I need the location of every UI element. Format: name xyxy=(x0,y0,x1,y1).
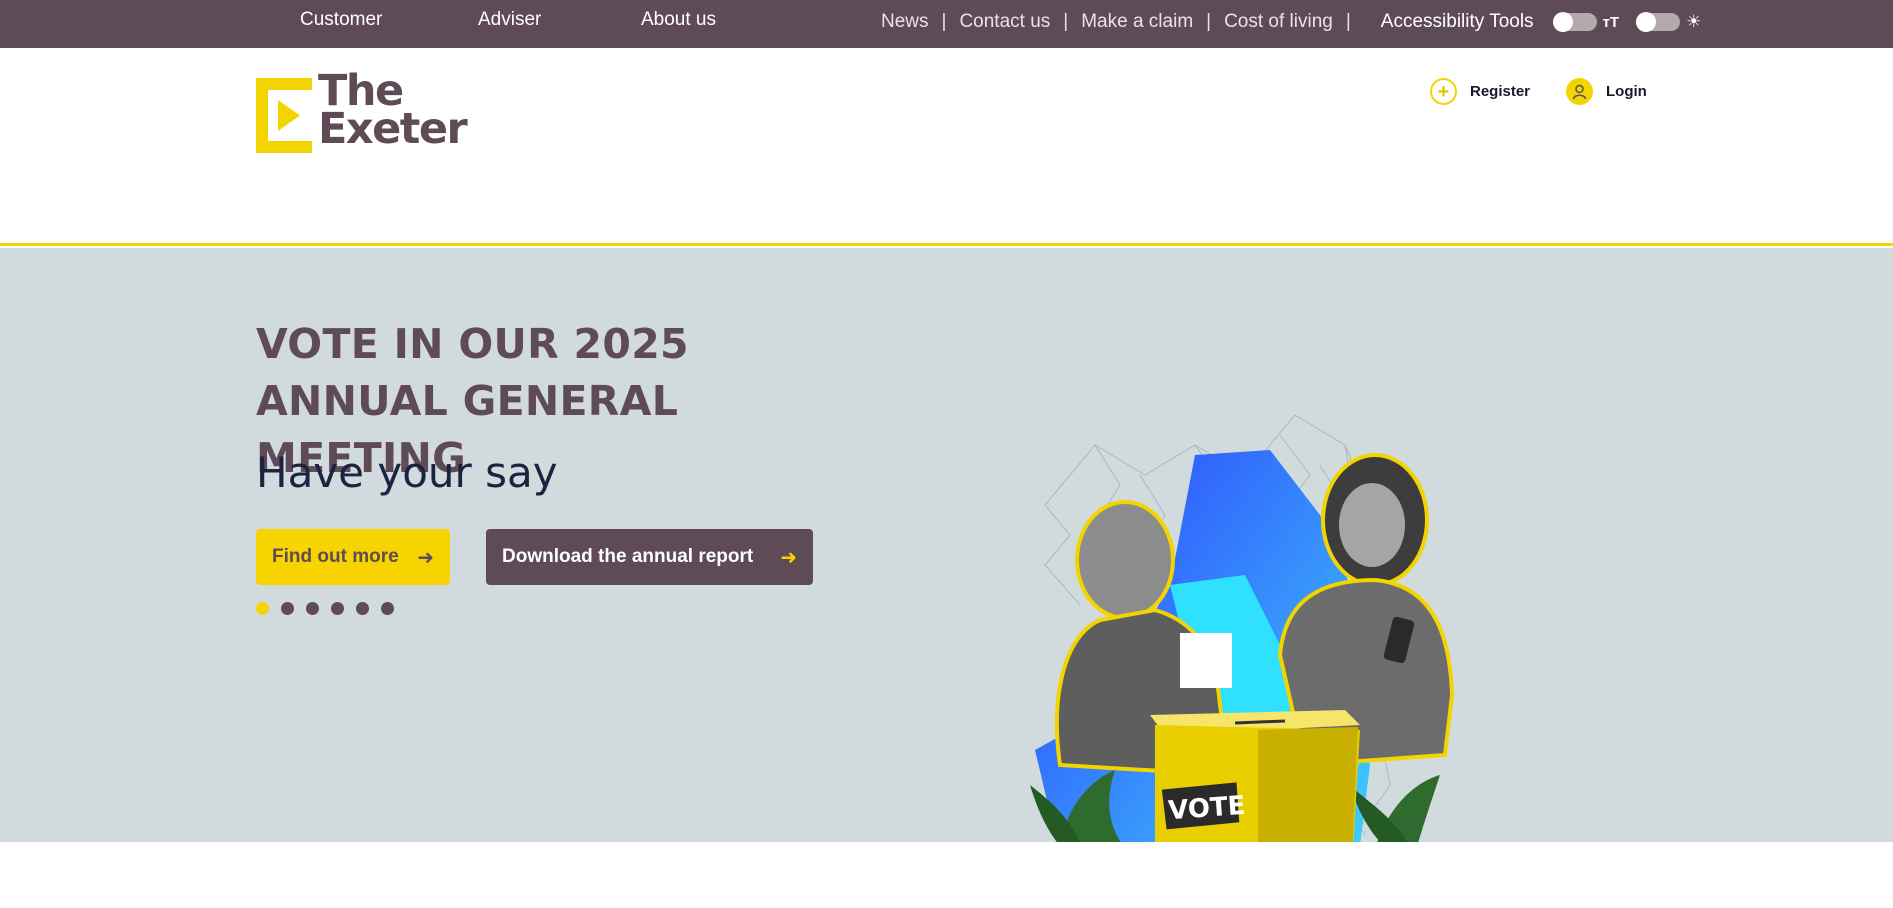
carousel-dot[interactable] xyxy=(256,602,269,615)
nav-adviser[interactable]: Adviser xyxy=(478,9,641,31)
register-link[interactable]: + Register xyxy=(1430,78,1530,105)
find-out-more-button[interactable]: Find out more ➜ xyxy=(256,529,450,585)
arrow-right-icon: ➜ xyxy=(780,546,797,569)
nav-separator: | xyxy=(1063,11,1069,32)
audience-nav: Customer Adviser About us xyxy=(300,0,716,40)
sun-icon: ☀ xyxy=(1686,12,1702,31)
top-utility-bar: Customer Adviser About us News | Contact… xyxy=(0,0,1893,48)
agm-voting-illustration: VOTE xyxy=(1030,414,1455,908)
login-link[interactable]: Login xyxy=(1566,78,1647,105)
logo-wordmark: The Exeter xyxy=(318,70,468,154)
site-header: The Exeter + Register Login xyxy=(0,48,1893,246)
nav-separator: | xyxy=(1345,11,1351,32)
nav-customer[interactable]: Customer xyxy=(300,9,478,31)
hero-banner: VOTE IN OUR 2025 ANNUAL GENERAL MEETING … xyxy=(0,248,1893,842)
nav-make-a-claim[interactable]: Make a claim xyxy=(1081,11,1193,33)
nav-news[interactable]: News xyxy=(881,11,929,33)
ballot-box-label: VOTE xyxy=(1167,791,1246,826)
below-hero-area xyxy=(0,842,1893,908)
register-label: Register xyxy=(1470,83,1531,100)
download-annual-report-button[interactable]: Download the annual report ➜ xyxy=(486,529,813,585)
download-annual-report-label: Download the annual report xyxy=(502,546,754,567)
logo-mark-icon xyxy=(256,78,312,153)
hero-subtitle: Have your say xyxy=(256,448,558,497)
logo-word-exeter: Exeter xyxy=(318,104,468,154)
the-exeter-logo[interactable]: The Exeter xyxy=(256,70,468,158)
carousel-dot[interactable] xyxy=(331,602,344,615)
nav-separator: | xyxy=(1206,11,1212,32)
contrast-toggle[interactable] xyxy=(1636,12,1681,32)
text-size-toggle[interactable] xyxy=(1552,12,1597,32)
nav-separator: | xyxy=(941,11,947,32)
carousel-dot[interactable] xyxy=(281,602,294,615)
nav-cost-of-living[interactable]: Cost of living xyxy=(1224,11,1333,33)
accessibility-tools-label: Accessibility Tools xyxy=(1380,11,1534,32)
nav-contact-us[interactable]: Contact us xyxy=(959,11,1050,33)
utility-nav: News | Contact us | Make a claim | Cost … xyxy=(881,0,1701,44)
user-icon xyxy=(1566,78,1593,105)
carousel-dot[interactable] xyxy=(306,602,319,615)
nav-about-us[interactable]: About us xyxy=(641,9,716,31)
carousel-dot[interactable] xyxy=(381,602,394,615)
plus-icon: + xyxy=(1430,78,1457,105)
login-label: Login xyxy=(1606,83,1647,100)
carousel-dots xyxy=(256,602,406,615)
toggle-knob xyxy=(1552,12,1573,32)
text-size-icon: тT xyxy=(1602,13,1620,31)
find-out-more-label: Find out more xyxy=(272,546,399,567)
arrow-right-icon: ➜ xyxy=(417,546,434,569)
carousel-dot[interactable] xyxy=(356,602,369,615)
toggle-knob xyxy=(1636,12,1657,32)
